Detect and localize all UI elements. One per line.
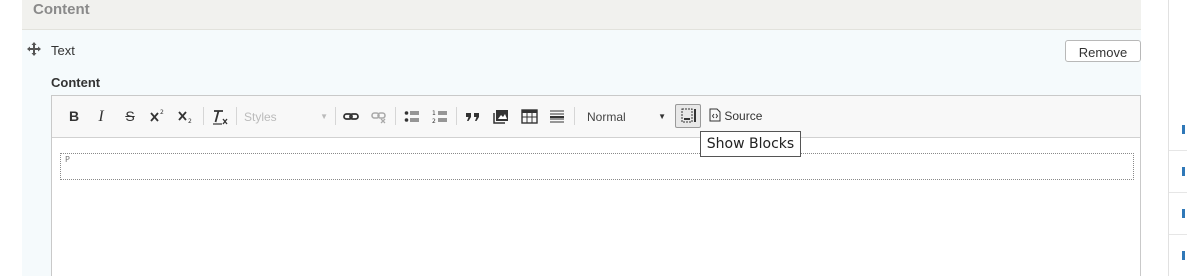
source-button[interactable]: Source [709,106,762,127]
sidebar-marker [1182,167,1185,176]
source-icon [709,108,721,122]
show-blocks-button[interactable] [675,104,701,128]
drag-handle-icon[interactable] [27,42,41,56]
link-button[interactable] [342,106,360,127]
svg-text:2: 2 [188,118,192,125]
table-icon [521,109,538,124]
link-icon [343,113,359,120]
paragraph-type-label: Text [51,43,75,58]
svg-text:2: 2 [160,109,164,116]
bold-button[interactable]: B [66,106,82,127]
remove-format-icon [213,110,228,125]
left-gutter [0,0,22,276]
horizontal-rule-icon [550,110,564,123]
sidebar-marker [1182,251,1185,260]
blockquote-icon [466,113,479,121]
section-header: Content [22,0,1141,30]
field-label: Content [51,75,101,90]
unlink-button[interactable] [370,106,388,127]
editor-toolbar: B I S 2 2 Styles ▼ 1 2 Normal ▼ Source [52,96,1140,138]
superscript-button[interactable]: 2 [149,106,167,127]
subscript-icon: 2 [178,111,192,125]
styles-dropdown-label: Styles [244,110,277,124]
editable-paragraph-block[interactable]: P [60,153,1134,180]
sidebar-row-divider [1169,150,1187,151]
image-icon [493,110,508,124]
remove-button[interactable]: Remove [1065,40,1141,62]
sidebar-marker [1182,125,1185,134]
strikethrough-button[interactable]: S [122,106,138,127]
horizontal-rule-button[interactable] [548,106,566,127]
toolbar-separator [236,107,237,125]
toolbar-separator [335,107,336,125]
svg-text:2: 2 [432,118,436,125]
superscript-icon: 2 [150,109,164,122]
styles-dropdown[interactable]: Styles ▼ [244,107,330,127]
numbered-list-button[interactable]: 1 2 [431,106,449,127]
bulleted-list-icon [404,111,419,122]
sidebar-row-divider [1169,234,1187,235]
subscript-button[interactable]: 2 [177,106,195,127]
italic-button[interactable]: I [93,106,109,127]
toolbar-separator [574,107,575,125]
source-button-label: Source [724,109,763,123]
bulleted-list-button[interactable] [403,106,421,127]
blockquote-button[interactable] [463,106,483,127]
unlink-icon [371,112,386,124]
image-button[interactable] [492,106,510,127]
toolbar-separator [395,107,396,125]
show-blocks-icon [681,108,696,123]
toolbar-separator [203,107,204,125]
format-dropdown-label: Normal [587,110,626,124]
section-title: Content [33,1,90,18]
format-dropdown[interactable]: Normal ▼ [582,107,668,127]
sidebar-marker [1182,209,1185,218]
remove-format-button[interactable] [210,106,230,127]
chevron-down-icon: ▼ [658,112,666,121]
table-button[interactable] [520,106,538,127]
block-tag-label: P [65,155,70,164]
svg-text:1: 1 [432,110,436,117]
show-blocks-tooltip: Show Blocks [700,131,801,157]
numbered-list-icon: 1 2 [432,110,447,125]
sidebar-row-divider [1169,192,1187,193]
chevron-down-icon: ▼ [320,112,328,121]
rich-text-editor: B I S 2 2 Styles ▼ 1 2 Normal ▼ Source [51,95,1141,276]
toolbar-separator [456,107,457,125]
